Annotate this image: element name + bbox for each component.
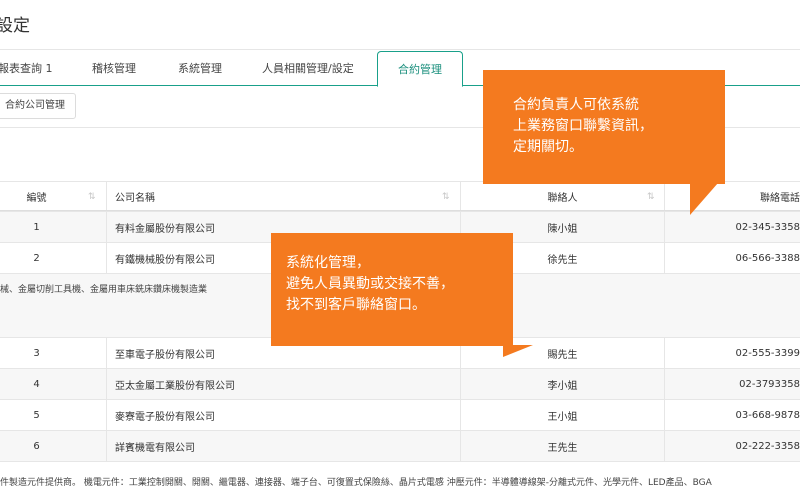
table-row[interactable]: 4 亞太金屬工業股份有限公司 李小姐 02-3793358 [0, 368, 800, 399]
callout-contract-owner: 合約負責人可依系統 上業務窗口聯繫資訊， 定期關切。 [483, 70, 725, 184]
callout-pointer [690, 183, 718, 215]
callout-pointer [503, 345, 533, 357]
tab-system-management[interactable]: 系統管理 [178, 60, 222, 76]
header-phone[interactable]: 聯絡電話 [664, 182, 800, 210]
detail-row: 件製造元件提供商。 機電元件：工業控制開關、開關、繼電器、連接器、端子台、可復置… [0, 461, 800, 500]
page-header: 設定 [0, 0, 800, 50]
callout-line: 避免人員異動或交接不善， [286, 276, 454, 292]
tab-contract-management[interactable]: 合約管理 [377, 51, 463, 87]
row-phone: 02-555-3399 [664, 338, 800, 368]
page-title: 設定 [0, 16, 30, 36]
business-description: 件製造元件提供商。 機電元件：工業控制開關、開關、繼電器、連接器、端子台、可復置… [0, 478, 712, 488]
row-num: 3 [33, 347, 40, 359]
row-num: 1 [33, 221, 40, 233]
callout-line: 系統化管理， [286, 255, 370, 271]
tab-report-query[interactable]: 報表查詢 1 [0, 60, 53, 76]
callout-line: 找不到客戶聯絡窗口。 [286, 297, 426, 313]
header-num[interactable]: 編號 [0, 182, 73, 210]
row-company: 詳賓機電有限公司 [106, 431, 460, 461]
sort-icon[interactable]: ⇅ [647, 192, 655, 202]
row-phone: 02-3793358 [664, 369, 800, 399]
header-company[interactable]: 公司名稱 [106, 182, 460, 210]
row-phone: 06-566-3388 [664, 243, 800, 273]
row-contact: 李小姐 [460, 369, 664, 399]
table-row[interactable]: 6 詳賓機電有限公司 王先生 02-222-3358 [0, 430, 800, 461]
row-company: 麥寮電子股份有限公司 [106, 400, 460, 430]
row-contact: 王先生 [460, 431, 664, 461]
header-contact[interactable]: 聯絡人 [460, 182, 664, 210]
row-num: 6 [33, 440, 40, 452]
tab-personnel-management[interactable]: 人員相關管理/設定 [262, 60, 354, 76]
callout-line: 定期關切。 [513, 139, 583, 155]
row-company: 亞太金屬工業股份有限公司 [106, 369, 460, 399]
table-row[interactable]: 5 麥寮電子股份有限公司 王小姐 03-668-9878 [0, 399, 800, 430]
contract-company-management-button[interactable]: 合約公司管理 [0, 93, 76, 119]
row-phone: 02-222-3358 [664, 431, 800, 461]
sort-icon[interactable]: ⇅ [88, 192, 96, 202]
callout-line: 上業務窗口聯繫資訊， [513, 118, 653, 134]
row-contact: 王小姐 [460, 400, 664, 430]
table-header-row: 編號 ⇅ 公司名稱 ⇅ 聯絡人 ⇅ 聯絡電話 [0, 181, 800, 211]
callout-line: 合約負責人可依系統 [513, 97, 639, 113]
row-phone: 02-345-3358 [664, 212, 800, 242]
tab-audit-management[interactable]: 稽核管理 [92, 60, 136, 76]
row-num: 4 [33, 378, 40, 390]
callout-system-management: 系統化管理， 避免人員異動或交接不善， 找不到客戶聯絡窗口。 [271, 233, 513, 346]
sort-icon[interactable]: ⇅ [442, 192, 450, 202]
row-num: 2 [33, 252, 40, 264]
row-num: 5 [33, 409, 40, 421]
row-phone: 03-668-9878 [664, 400, 800, 430]
